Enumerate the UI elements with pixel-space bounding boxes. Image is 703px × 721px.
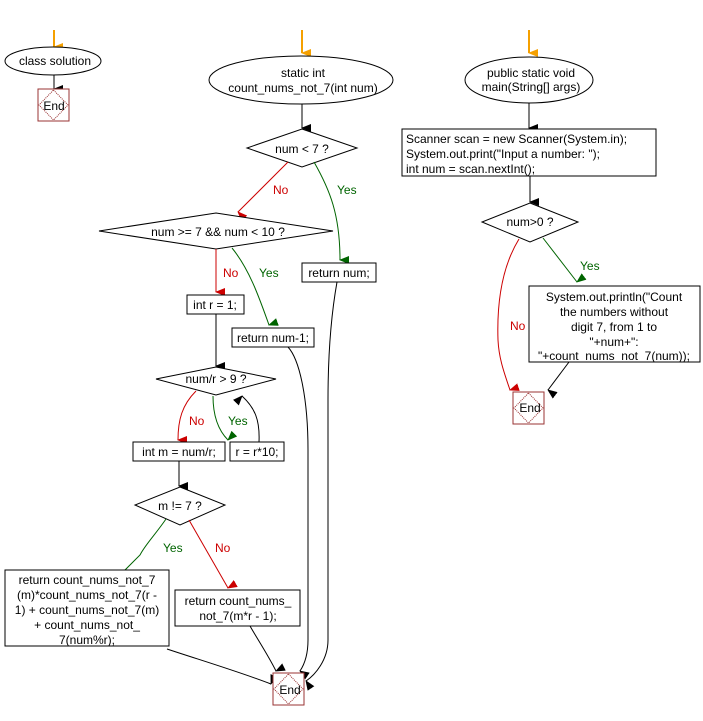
init-r-label: int r = 1;	[193, 298, 237, 312]
m-assign-label: int m = num/r;	[142, 445, 216, 459]
count-func-flow: static int count_nums_not_7(int num) num…	[4, 30, 394, 706]
decision-label: num >= 7 && num < 10 ?	[151, 225, 285, 239]
yes-label: Yes	[163, 541, 183, 555]
no-label: No	[273, 183, 289, 197]
return-num-label: return num;	[308, 266, 369, 280]
yes-edge	[542, 237, 587, 283]
end-label: End	[519, 401, 540, 415]
text-line: 1) + count_nums_not_7(m)	[15, 603, 159, 617]
count-func-end-node: End	[272, 672, 305, 706]
count-func-start-terminal	[208, 55, 394, 105]
text-line: int num = scan.nextInt();	[406, 162, 535, 176]
yes-label: Yes	[337, 183, 357, 197]
r-update-label: r = r*10;	[235, 445, 278, 459]
text-line: (m)*count_nums_not_7(r -	[17, 588, 157, 602]
main-start-line1: public static void	[487, 66, 575, 80]
yes-label: Yes	[580, 259, 600, 273]
class-flow: class solution End	[4, 30, 102, 122]
end-label: End	[279, 683, 300, 697]
yes-label: Yes	[228, 414, 248, 428]
text-line: "+num+":	[589, 335, 638, 349]
no-edge	[497, 238, 520, 391]
count-func-start-line1: static int	[281, 66, 326, 80]
text-line: + count_nums_not_	[34, 618, 140, 632]
yes-edge	[313, 161, 350, 264]
text-line: digit 7, from 1 to	[571, 320, 657, 334]
text-line: Scanner scan = new Scanner(System.in);	[406, 132, 627, 146]
decision-label: num>0 ?	[506, 215, 553, 229]
decision-label: m != 7 ?	[158, 499, 202, 513]
text-line: System.out.print("Input a number: ");	[406, 147, 600, 161]
class-end-node: End	[37, 88, 70, 122]
no-label: No	[510, 319, 526, 333]
class-start-label: class solution	[19, 54, 91, 68]
yes-edge	[212, 395, 238, 441]
count-func-start-line2: count_nums_not_7(int num)	[228, 81, 377, 95]
decision-label: num < 7 ?	[275, 142, 329, 156]
no-label: No	[189, 414, 205, 428]
text-line: 7(num%r);	[59, 633, 115, 647]
flow-to-end	[249, 625, 286, 672]
flowchart-canvas: class solution End static int count_nums…	[4, 30, 701, 706]
text-line: not_7(m*r - 1);	[199, 609, 276, 623]
text-line: the numbers without	[560, 305, 669, 319]
text-line: return count_nums_not_7	[19, 573, 156, 587]
main-start-line2: main(String[] args)	[482, 80, 581, 94]
end-label: End	[43, 99, 64, 113]
text-line: System.out.println("Count	[546, 290, 683, 304]
return-num-minus1-label: return num-1;	[237, 331, 309, 345]
main-end-node: End	[512, 391, 545, 425]
yes-label: Yes	[259, 266, 279, 280]
no-label: No	[223, 266, 239, 280]
text-line: "+count_nums_not_7(num));	[538, 349, 690, 363]
decision-label: num/r > 9 ?	[185, 372, 246, 386]
text-line: return count_nums_	[185, 594, 292, 608]
main-func-flow: public static void main(String[] args) S…	[401, 30, 701, 425]
flow-to-end	[166, 648, 278, 685]
flow-to-end	[547, 361, 570, 399]
no-label: No	[215, 541, 231, 555]
yes-edge	[124, 518, 167, 580]
